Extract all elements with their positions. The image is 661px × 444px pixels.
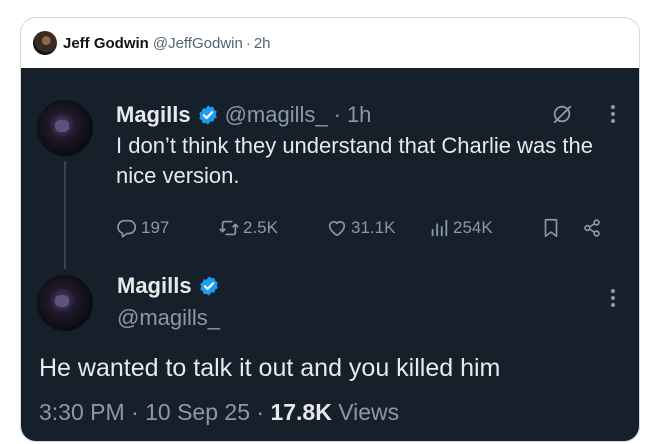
verified-badge-icon xyxy=(199,276,218,296)
tweet1-header: Magills @magills_ · 1h xyxy=(116,100,371,130)
share-button[interactable] xyxy=(581,217,606,239)
thread-connector-line xyxy=(64,161,66,269)
tweet2-views-count[interactable]: 17.8K xyxy=(270,399,331,425)
tweet2-author-handle[interactable]: @magills_ xyxy=(117,305,220,331)
tweet1-author-name[interactable]: Magills xyxy=(116,102,191,128)
meta-separator: · xyxy=(256,399,265,425)
quoter-separator: · xyxy=(245,34,251,52)
author-avatar[interactable] xyxy=(37,275,93,331)
repost-button[interactable]: 2.5K xyxy=(218,217,278,239)
tweet2-text: He wanted to talk it out and you killed … xyxy=(39,354,501,382)
tweet2-author: Magills xyxy=(117,273,220,299)
bookmark-button[interactable] xyxy=(540,217,565,239)
meta-separator: · xyxy=(131,399,139,425)
tweet2-date[interactable]: 10 Sep 25 xyxy=(145,399,250,425)
repost-icon xyxy=(219,220,239,236)
author-avatar[interactable] xyxy=(37,100,93,156)
more-icon[interactable] xyxy=(603,286,623,310)
reply-count: 197 xyxy=(141,218,170,237)
repost-count: 2.5K xyxy=(243,218,278,237)
tweet2-views-label: Views xyxy=(338,399,400,425)
tweet1-text: I don’t think they understand that Charl… xyxy=(116,133,593,188)
more-icon[interactable] xyxy=(603,102,623,126)
like-count: 31.1K xyxy=(351,218,396,237)
views-button[interactable]: 254K xyxy=(428,217,493,239)
like-icon xyxy=(328,221,346,237)
tweet2-meta: 3:30 PM · 10 Sep 25 · 17.8K Views xyxy=(39,399,399,426)
tweet1-timestamp[interactable]: 1h xyxy=(347,102,371,128)
views-count: 254K xyxy=(453,218,493,237)
share-icon xyxy=(584,219,600,237)
verified-badge-icon xyxy=(198,105,217,125)
tweet2-time[interactable]: 3:30 PM xyxy=(39,399,125,425)
quoter-handle[interactable]: @JeffGodwin xyxy=(153,35,243,52)
grok-icon[interactable] xyxy=(551,103,573,125)
quoter-avatar[interactable] xyxy=(33,31,57,55)
reply-icon xyxy=(117,219,137,238)
quoter-timestamp[interactable]: 2h xyxy=(254,35,271,52)
reply-button[interactable]: 197 xyxy=(116,217,169,239)
quote-header: Jeff Godwin @JeffGodwin · 2h xyxy=(33,30,271,56)
quote-card[interactable]: Jeff Godwin @JeffGodwin · 2h Magills @ma… xyxy=(20,17,640,442)
like-button[interactable]: 31.1K xyxy=(326,217,395,239)
tweet1-author-handle[interactable]: @magills_ xyxy=(225,102,328,128)
quoter-name[interactable]: Jeff Godwin xyxy=(63,35,149,52)
views-icon xyxy=(431,219,448,237)
bookmark-icon xyxy=(544,218,558,238)
tweet1-separator: · xyxy=(333,102,341,127)
tweet2-author-name[interactable]: Magills xyxy=(117,273,192,299)
embedded-thread: Magills @magills_ · 1h I don’t think the… xyxy=(21,68,639,441)
